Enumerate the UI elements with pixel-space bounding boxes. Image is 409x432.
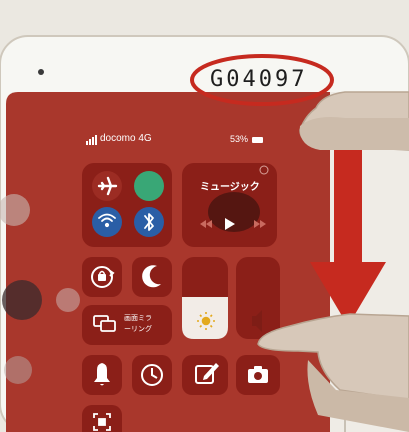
wifi-toggle[interactable] bbox=[92, 207, 122, 237]
blurred-app-icon bbox=[56, 288, 80, 312]
front-camera bbox=[38, 69, 44, 75]
battery-label: 53% bbox=[230, 134, 249, 144]
do-not-disturb-tile[interactable] bbox=[132, 257, 172, 297]
carrier-label: docomo 4G bbox=[100, 133, 152, 144]
photo-scene bbox=[0, 0, 409, 432]
serial-label: G04097 bbox=[210, 67, 308, 92]
battery-icon bbox=[252, 137, 263, 143]
screen-mirroring-label-line1: 画面ミラ bbox=[124, 315, 152, 322]
music-tile-label: ミュージック bbox=[200, 182, 260, 193]
blurred-app-icon bbox=[2, 280, 42, 320]
swipe-arrow-shaft bbox=[334, 150, 362, 268]
cellular-toggle[interactable] bbox=[134, 171, 164, 201]
screen-mirroring-label-line2: ーリング bbox=[124, 326, 152, 333]
fingertip-top bbox=[299, 117, 409, 150]
blurred-app-icon bbox=[4, 356, 32, 384]
album-art-shadow bbox=[208, 192, 260, 232]
